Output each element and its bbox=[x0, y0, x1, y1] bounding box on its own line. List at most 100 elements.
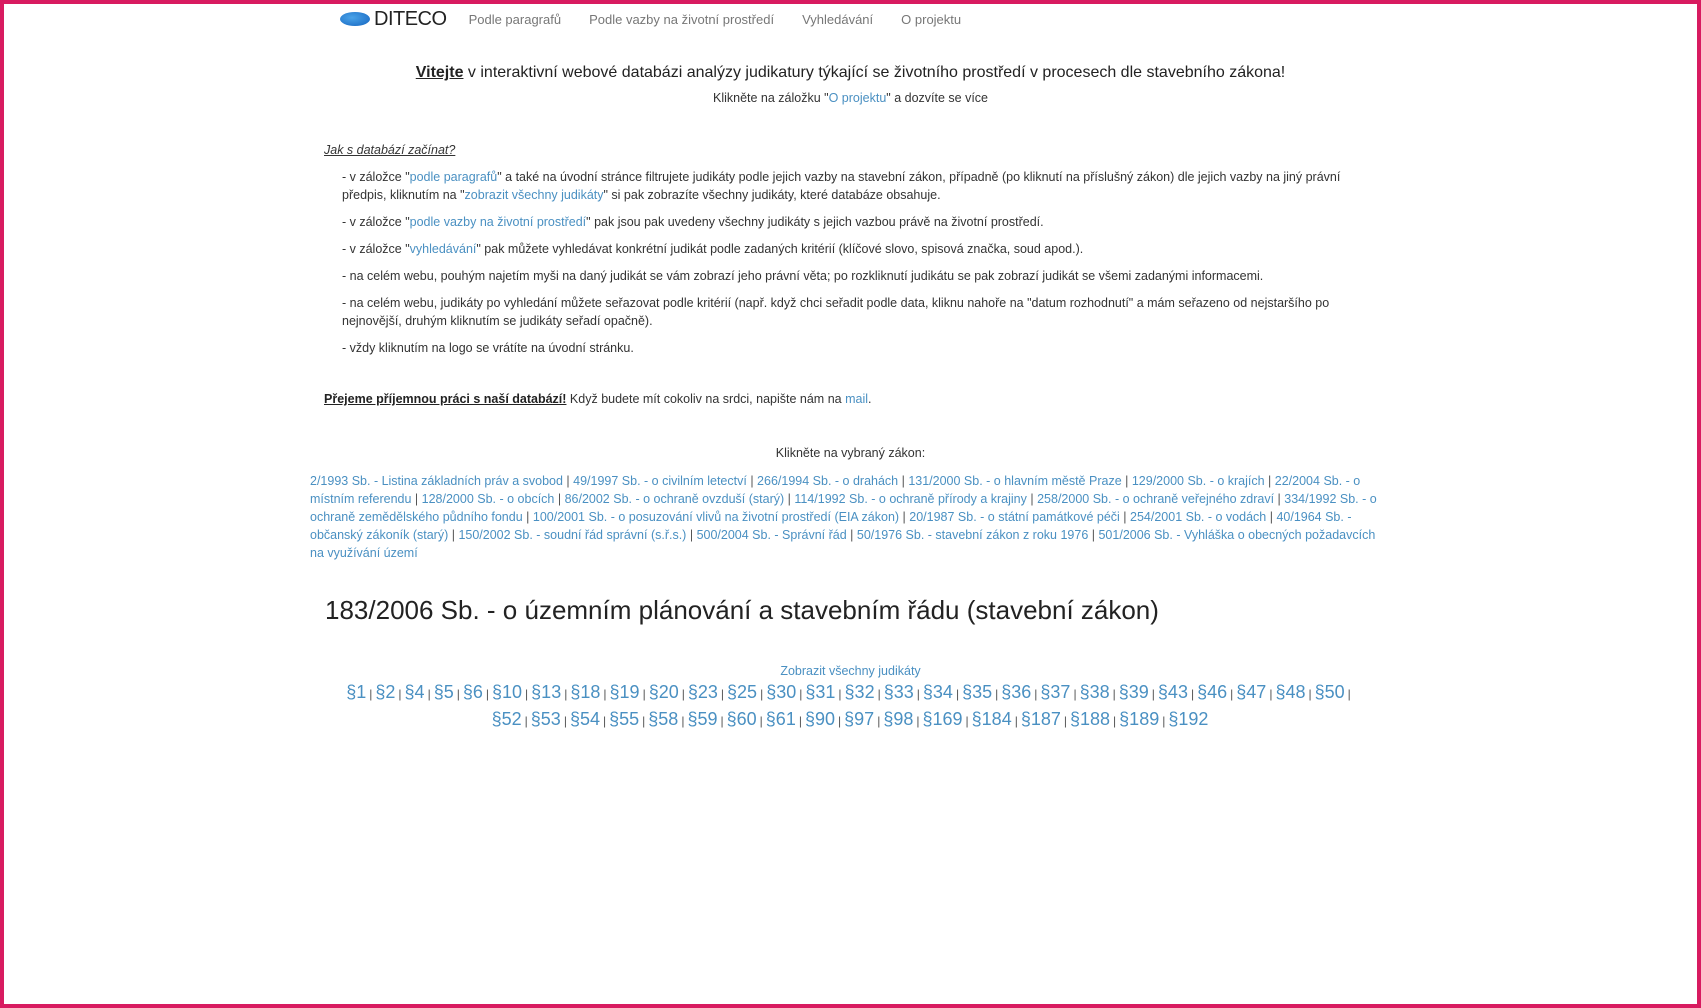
paragraph-link[interactable]: §58 bbox=[648, 709, 678, 729]
law-link[interactable]: 258/2000 Sb. - o ochraně veřejného zdrav… bbox=[1037, 492, 1274, 506]
law-link[interactable]: 266/1994 Sb. - o drahách bbox=[757, 474, 898, 488]
paragraph-link[interactable]: §98 bbox=[883, 709, 913, 729]
howto-text: " si pak zobrazíte všechny judikáty, kte… bbox=[603, 188, 941, 202]
paragraph-link[interactable]: §23 bbox=[688, 682, 718, 702]
paragraph-link[interactable]: §33 bbox=[884, 682, 914, 702]
separator: | bbox=[759, 714, 763, 728]
howto-list: - v záložce "podle paragrafů" a také na … bbox=[342, 168, 1372, 366]
laws-title: Klikněte na vybraný zákon: bbox=[775, 446, 926, 460]
law-link[interactable]: 100/2001 Sb. - o posuzování vlivů na živ… bbox=[533, 510, 899, 524]
law-link[interactable]: 49/1997 Sb. - o civilním letectví bbox=[573, 474, 747, 488]
separator: | bbox=[524, 714, 528, 728]
paragraph-link[interactable]: §1 bbox=[346, 682, 366, 702]
separator: | bbox=[798, 714, 802, 728]
paragraph-link[interactable]: §61 bbox=[766, 709, 796, 729]
paragraph-link[interactable]: §55 bbox=[609, 709, 639, 729]
paragraph-link[interactable]: §20 bbox=[649, 682, 679, 702]
paragraph-link[interactable]: §36 bbox=[1001, 682, 1031, 702]
law-link[interactable]: 86/2002 Sb. - o ochraně ovzduší (starý) bbox=[565, 492, 785, 506]
paragraph-link[interactable]: §189 bbox=[1119, 709, 1159, 729]
paragraph-link[interactable]: §30 bbox=[766, 682, 796, 702]
howto-item: - vždy kliknutím na logo se vrátíte na ú… bbox=[342, 339, 1372, 357]
paragraph-link[interactable]: §169 bbox=[922, 709, 962, 729]
show-all-wrapper: Zobrazit všechny judikáty bbox=[0, 664, 1701, 678]
howto-text: - v záložce " bbox=[342, 215, 410, 229]
paragraph-link[interactable]: §6 bbox=[463, 682, 483, 702]
paragraph-link[interactable]: §47 bbox=[1236, 682, 1266, 702]
paragraph-link[interactable]: §48 bbox=[1275, 682, 1305, 702]
separator: | bbox=[898, 474, 909, 488]
separator: | bbox=[877, 687, 881, 701]
show-all-link[interactable]: Zobrazit všechny judikáty bbox=[780, 664, 920, 678]
law-link[interactable]: 150/2002 Sb. - soudní řád správní (s.ř.s… bbox=[458, 528, 686, 542]
nav-podle-paragrafu[interactable]: Podle paragrafů bbox=[469, 12, 562, 27]
howto-item: - v záložce "podle vazby na životní pros… bbox=[342, 213, 1372, 231]
separator: | bbox=[746, 474, 758, 488]
separator: | bbox=[522, 510, 533, 524]
nav-vyhledavani[interactable]: Vyhledávání bbox=[802, 12, 873, 27]
paragraph-link[interactable]: §31 bbox=[805, 682, 835, 702]
paragraph-link[interactable]: §59 bbox=[687, 709, 717, 729]
separator: | bbox=[995, 687, 999, 701]
paragraph-link[interactable]: §34 bbox=[923, 682, 953, 702]
paragraph-link[interactable]: §54 bbox=[570, 709, 600, 729]
paragraph-link[interactable]: §43 bbox=[1158, 682, 1188, 702]
separator: | bbox=[1063, 714, 1067, 728]
separator: | bbox=[720, 714, 724, 728]
howto-item: - v záložce "vyhledávání" pak můžete vyh… bbox=[342, 240, 1372, 258]
separator: | bbox=[877, 714, 881, 728]
paragraph-link[interactable]: §10 bbox=[492, 682, 522, 702]
separator: | bbox=[427, 687, 431, 701]
howto-link[interactable]: podle vazby na životní prostředí bbox=[410, 215, 587, 229]
paragraph-link[interactable]: §39 bbox=[1119, 682, 1149, 702]
paragraph-link[interactable]: §90 bbox=[805, 709, 835, 729]
separator: | bbox=[1034, 687, 1038, 701]
law-link[interactable]: 2/1993 Sb. - Listina základních práv a s… bbox=[310, 474, 563, 488]
paragraph-link[interactable]: §60 bbox=[727, 709, 757, 729]
paragraph-link[interactable]: §13 bbox=[531, 682, 561, 702]
separator: | bbox=[1230, 687, 1234, 701]
separator: | bbox=[369, 687, 373, 701]
separator: | bbox=[681, 687, 685, 701]
separator: | bbox=[916, 714, 920, 728]
paragraph-link[interactable]: §192 bbox=[1168, 709, 1208, 729]
paragraph-link[interactable]: §37 bbox=[1040, 682, 1070, 702]
paragraph-link[interactable]: §52 bbox=[492, 709, 522, 729]
law-link[interactable]: 128/2000 Sb. - o obcích bbox=[422, 492, 555, 506]
paragraph-link[interactable]: §32 bbox=[845, 682, 875, 702]
paragraph-link[interactable]: §38 bbox=[1080, 682, 1110, 702]
law-link[interactable]: 50/1976 Sb. - stavební zákon z roku 1976 bbox=[857, 528, 1088, 542]
nav-o-projektu[interactable]: O projektu bbox=[901, 12, 961, 27]
paragraph-link[interactable]: §19 bbox=[610, 682, 640, 702]
law-link[interactable]: 254/2001 Sb. - o vodách bbox=[1130, 510, 1266, 524]
paragraph-link[interactable]: §188 bbox=[1070, 709, 1110, 729]
nav-podle-vazby[interactable]: Podle vazby na životní prostředí bbox=[589, 12, 774, 27]
law-link[interactable]: 500/2004 Sb. - Správní řád bbox=[697, 528, 847, 542]
howto-link[interactable]: zobrazit všechny judikáty bbox=[465, 188, 604, 202]
paragraph-link[interactable]: §187 bbox=[1021, 709, 1061, 729]
paragraph-link[interactable]: §184 bbox=[972, 709, 1012, 729]
law-link[interactable]: 129/2000 Sb. - o krajích bbox=[1132, 474, 1265, 488]
separator: | bbox=[1269, 687, 1273, 701]
logo[interactable]: DITECO bbox=[340, 8, 447, 31]
howto-link[interactable]: podle paragrafů bbox=[410, 170, 498, 184]
paragraph-link[interactable]: §5 bbox=[434, 682, 454, 702]
paragraph-link[interactable]: §18 bbox=[570, 682, 600, 702]
o-projektu-link[interactable]: O projektu bbox=[829, 91, 887, 105]
mail-link[interactable]: mail bbox=[845, 392, 868, 406]
howto-link[interactable]: vyhledávání bbox=[410, 242, 477, 256]
law-link[interactable]: 131/2000 Sb. - o hlavním městě Praze bbox=[908, 474, 1121, 488]
separator: | bbox=[899, 510, 910, 524]
paragraph-link[interactable]: §25 bbox=[727, 682, 757, 702]
paragraph-link[interactable]: §4 bbox=[405, 682, 425, 702]
paragraph-link[interactable]: §46 bbox=[1197, 682, 1227, 702]
paragraph-link[interactable]: §53 bbox=[531, 709, 561, 729]
law-link[interactable]: 114/1992 Sb. - o ochraně přírody a kraji… bbox=[794, 492, 1027, 506]
law-link[interactable]: 20/1987 Sb. - o státní památkové péči bbox=[909, 510, 1120, 524]
separator: | bbox=[916, 687, 920, 701]
paragraph-link[interactable]: §2 bbox=[375, 682, 395, 702]
paragraph-link[interactable]: §97 bbox=[844, 709, 874, 729]
paragraph-link[interactable]: §50 bbox=[1315, 682, 1345, 702]
separator: | bbox=[846, 528, 857, 542]
paragraph-link[interactable]: §35 bbox=[962, 682, 992, 702]
